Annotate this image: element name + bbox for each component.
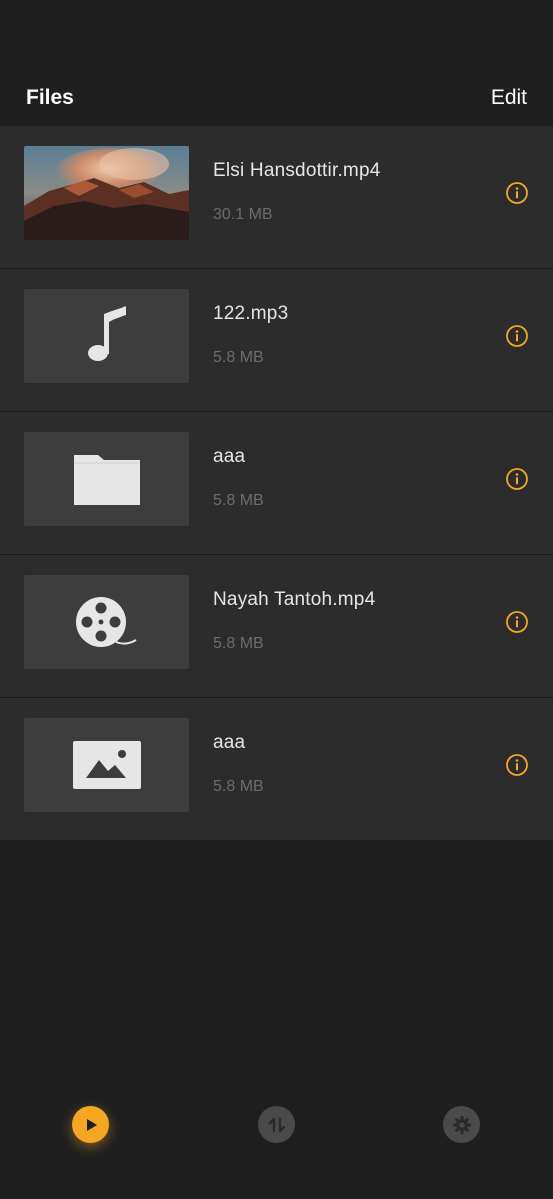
video-thumbnail — [24, 146, 189, 240]
film-reel-icon — [75, 597, 137, 647]
file-list: Elsi Hansdottir.mp4 30.1 MB 122.mp3 5.8 … — [0, 126, 553, 840]
transfer-icon — [268, 1117, 285, 1132]
image-thumbnail — [24, 718, 189, 812]
info-icon[interactable] — [505, 467, 529, 491]
file-row[interactable]: Elsi Hansdottir.mp4 30.1 MB — [0, 126, 553, 269]
file-name: 122.mp3 — [213, 303, 289, 324]
file-name: Elsi Hansdottir.mp4 — [213, 160, 381, 181]
edit-button[interactable]: Edit — [491, 86, 527, 110]
tab-transfer[interactable] — [258, 1106, 295, 1143]
file-size: 5.8 MB — [213, 349, 264, 366]
file-name: aaa — [213, 446, 246, 467]
file-row[interactable]: 122.mp3 5.8 MB — [0, 269, 553, 412]
page-title: Files — [26, 86, 74, 109]
file-name: aaa — [213, 732, 246, 753]
music-note-icon — [87, 306, 126, 361]
mountain-photo — [24, 146, 189, 240]
file-size: 5.8 MB — [213, 492, 264, 509]
file-size: 5.8 MB — [213, 778, 264, 795]
image-icon — [72, 741, 141, 789]
tab-player[interactable] — [72, 1106, 109, 1143]
folder-icon — [73, 455, 140, 505]
nav-header: Files Edit — [0, 0, 553, 126]
info-icon[interactable] — [505, 753, 529, 777]
tab-settings[interactable] — [443, 1106, 480, 1143]
file-size: 5.8 MB — [213, 635, 264, 652]
tab-bar — [0, 1100, 553, 1199]
file-size: 30.1 MB — [213, 206, 273, 223]
info-icon[interactable] — [505, 610, 529, 634]
audio-thumbnail — [24, 289, 189, 383]
play-icon — [86, 1118, 97, 1131]
file-row[interactable]: aaa 5.8 MB — [0, 412, 553, 555]
gear-icon — [452, 1115, 471, 1134]
file-row[interactable]: aaa 5.8 MB — [0, 698, 553, 840]
folder-thumbnail — [24, 432, 189, 526]
file-name: Nayah Tantoh.mp4 — [213, 589, 376, 610]
info-icon[interactable] — [505, 181, 529, 205]
video-thumbnail — [24, 575, 189, 669]
file-row[interactable]: Nayah Tantoh.mp4 5.8 MB — [0, 555, 553, 698]
files-screen: Files Edit Elsi Hansdottir.mp4 30.1 MB 1… — [0, 0, 553, 1199]
info-icon[interactable] — [505, 324, 529, 348]
